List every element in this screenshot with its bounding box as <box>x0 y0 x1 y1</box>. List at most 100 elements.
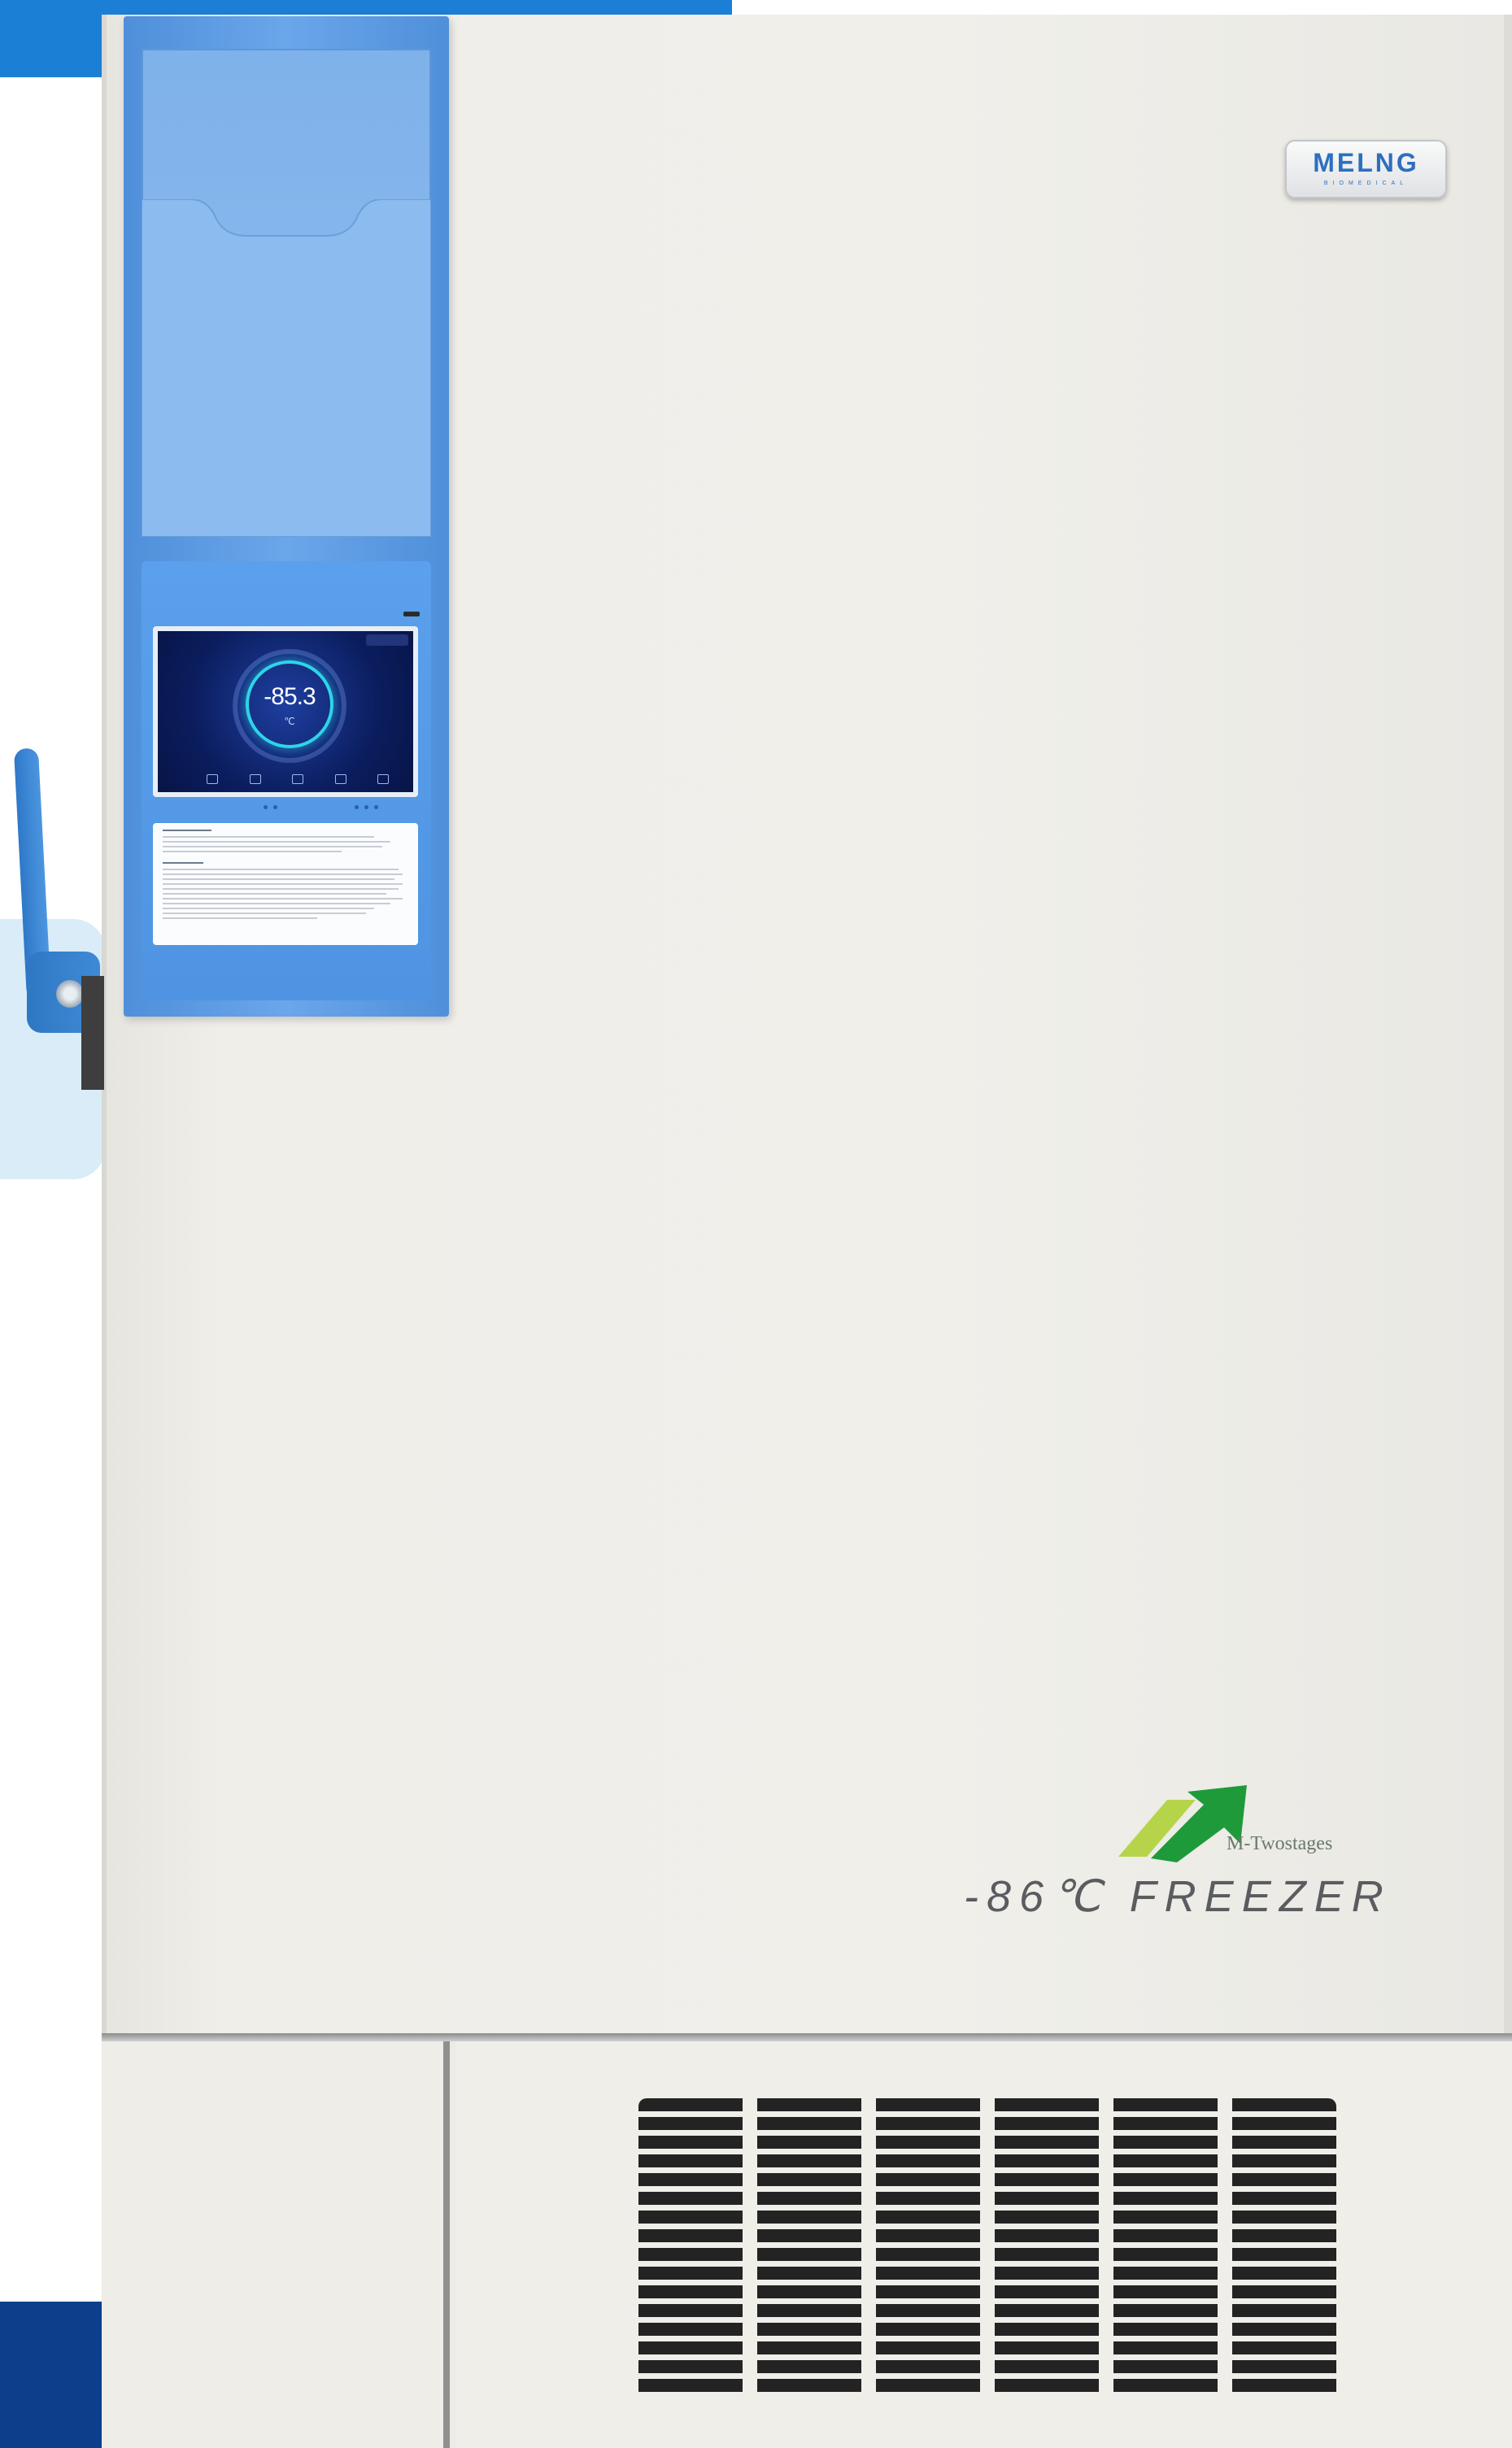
nav-icon[interactable] <box>292 774 303 784</box>
vent-slat <box>1232 2360 1336 2373</box>
vent-slat <box>638 2304 743 2317</box>
label-line <box>163 917 317 919</box>
vent-slat <box>1113 2323 1218 2336</box>
vent-slat <box>995 2211 1099 2224</box>
vent-slat <box>995 2341 1099 2354</box>
label-line <box>163 873 403 875</box>
vent-slat <box>1113 2117 1218 2130</box>
vent-slat <box>757 2323 861 2336</box>
vent-slat <box>995 2192 1099 2205</box>
ventilation-grille <box>638 2098 1338 2395</box>
vent-slat <box>757 2098 861 2111</box>
vent-slat <box>876 2173 980 2186</box>
vent-slat <box>1113 2267 1218 2280</box>
label-line <box>163 903 390 904</box>
vent-slat <box>995 2229 1099 2242</box>
vent-slat <box>995 2117 1099 2130</box>
door-handle[interactable] <box>13 747 100 1090</box>
nav-icon[interactable] <box>334 774 346 784</box>
port-dot <box>264 805 268 809</box>
vent-slat <box>1232 2211 1336 2224</box>
vent-slat <box>1113 2098 1218 2111</box>
label-line <box>163 908 374 909</box>
vent-slat <box>995 2136 1099 2149</box>
vent-slat <box>638 2248 743 2261</box>
temperature-unit: ℃ <box>284 716 295 727</box>
vent-slat <box>638 2341 743 2354</box>
vent-slat <box>638 2323 743 2336</box>
nav-icon[interactable] <box>207 774 218 784</box>
label-heading <box>163 830 211 831</box>
vent-slat <box>757 2136 861 2149</box>
door-hinge <box>81 976 104 1090</box>
vent-slat <box>638 2267 743 2280</box>
vent-slat <box>757 2248 861 2261</box>
screen-nav-bar <box>207 774 389 786</box>
vent-slat <box>638 2154 743 2167</box>
vent-slat <box>1232 2136 1336 2149</box>
label-line <box>163 883 403 885</box>
brand-name: MELNG <box>1313 148 1419 177</box>
vent-slat <box>995 2154 1099 2167</box>
vent-slat <box>638 2173 743 2186</box>
vent-slat <box>757 2285 861 2298</box>
vent-slat <box>1232 2154 1336 2167</box>
label-line <box>163 836 374 838</box>
vent-slat <box>995 2323 1099 2336</box>
door-bottom-seam <box>102 2033 1512 2041</box>
control-column: -85.3 ℃ <box>124 16 449 1017</box>
vent-slat <box>1113 2211 1218 2224</box>
vent-slat <box>757 2267 861 2280</box>
vent-slat <box>1113 2360 1218 2373</box>
lower-left-panel <box>102 2041 450 2448</box>
label-line <box>163 898 403 899</box>
vent-slat <box>1232 2323 1336 2336</box>
pocket-cover <box>142 199 431 537</box>
label-heading <box>163 862 203 864</box>
touch-screen[interactable]: -85.3 ℃ <box>153 626 418 797</box>
port-dot <box>374 805 378 809</box>
vent-slat <box>876 2211 980 2224</box>
technology-label: M-Twostages <box>1227 1833 1333 1854</box>
vent-slat <box>1113 2304 1218 2317</box>
vent-slat <box>757 2304 861 2317</box>
vent-slat <box>995 2304 1099 2317</box>
nav-icon[interactable] <box>249 774 261 784</box>
vent-slat <box>1113 2154 1218 2167</box>
vent-slat <box>876 2117 980 2130</box>
vent-slat <box>1113 2341 1218 2354</box>
vent-column <box>757 2098 861 2395</box>
vent-slat <box>876 2304 980 2317</box>
vent-slat <box>876 2323 980 2336</box>
vent-slat <box>757 2117 861 2130</box>
vent-slat <box>876 2285 980 2298</box>
label-line <box>163 841 390 843</box>
vent-column <box>876 2098 980 2395</box>
vent-slat <box>876 2379 980 2392</box>
vent-slat <box>1113 2229 1218 2242</box>
handle-lock-knob[interactable] <box>56 980 84 1008</box>
vent-slat <box>876 2136 980 2149</box>
label-line <box>163 893 386 895</box>
vent-slat <box>757 2211 861 2224</box>
vent-slat <box>1232 2341 1336 2354</box>
label-line <box>163 851 342 852</box>
nav-icon[interactable] <box>377 774 389 784</box>
vent-slat <box>638 2360 743 2373</box>
vent-slat <box>995 2098 1099 2111</box>
vent-slat <box>876 2098 980 2111</box>
vent-slat <box>757 2341 861 2354</box>
vent-slat <box>1232 2285 1336 2298</box>
vent-slat <box>757 2229 861 2242</box>
vent-slat <box>638 2098 743 2111</box>
vent-slat <box>1232 2173 1336 2186</box>
vent-column <box>995 2098 1099 2395</box>
port-dot <box>364 805 368 809</box>
vent-slat <box>757 2379 861 2392</box>
vent-column <box>638 2098 743 2395</box>
vent-slat <box>638 2136 743 2149</box>
door-edge <box>1504 15 1512 2033</box>
vent-slat <box>876 2192 980 2205</box>
label-line <box>163 846 382 847</box>
vent-slat <box>995 2285 1099 2298</box>
